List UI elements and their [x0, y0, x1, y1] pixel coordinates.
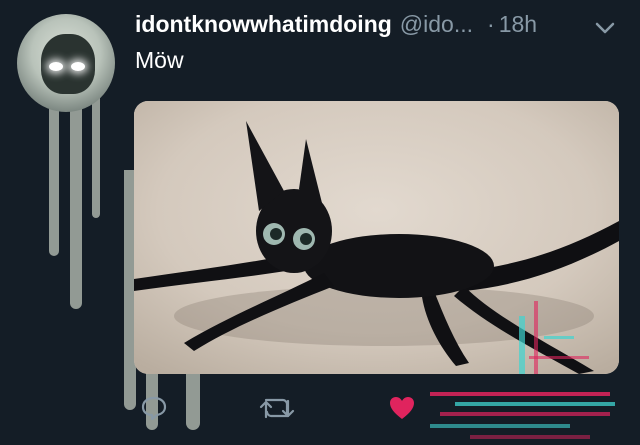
glitch-artifact: [430, 392, 610, 396]
separator-dot: ·: [487, 11, 495, 37]
tweet-text: Möw: [135, 47, 184, 73]
user-handle[interactable]: @ido...: [400, 11, 473, 38]
avatar-drip: [70, 104, 82, 309]
avatar[interactable]: [17, 14, 115, 112]
tweet-photo[interactable]: [134, 101, 619, 374]
glitch-artifact: [470, 435, 590, 439]
tweet[interactable]: idontknowwhatimdoing @ido... · 18h Möw: [0, 0, 640, 445]
timestamp[interactable]: 18h: [499, 11, 537, 38]
heart-icon[interactable]: [388, 395, 416, 421]
reply-icon[interactable]: [140, 395, 168, 421]
chevron-down-icon[interactable]: [594, 20, 616, 36]
retweet-icon[interactable]: [257, 395, 297, 421]
avatar-drip: [49, 96, 59, 256]
avatar-drip: [92, 98, 100, 218]
glitch-artifact: [455, 402, 615, 406]
avatar-eye: [71, 62, 85, 71]
glitch-artifact: [430, 424, 570, 428]
glitch-artifact: [440, 412, 610, 416]
display-name[interactable]: idontknowwhatimdoing: [135, 11, 392, 38]
avatar-eye: [49, 62, 63, 71]
tweet-header: idontknowwhatimdoing @ido... · 18h: [135, 11, 537, 38]
cat-photo: [134, 101, 619, 374]
